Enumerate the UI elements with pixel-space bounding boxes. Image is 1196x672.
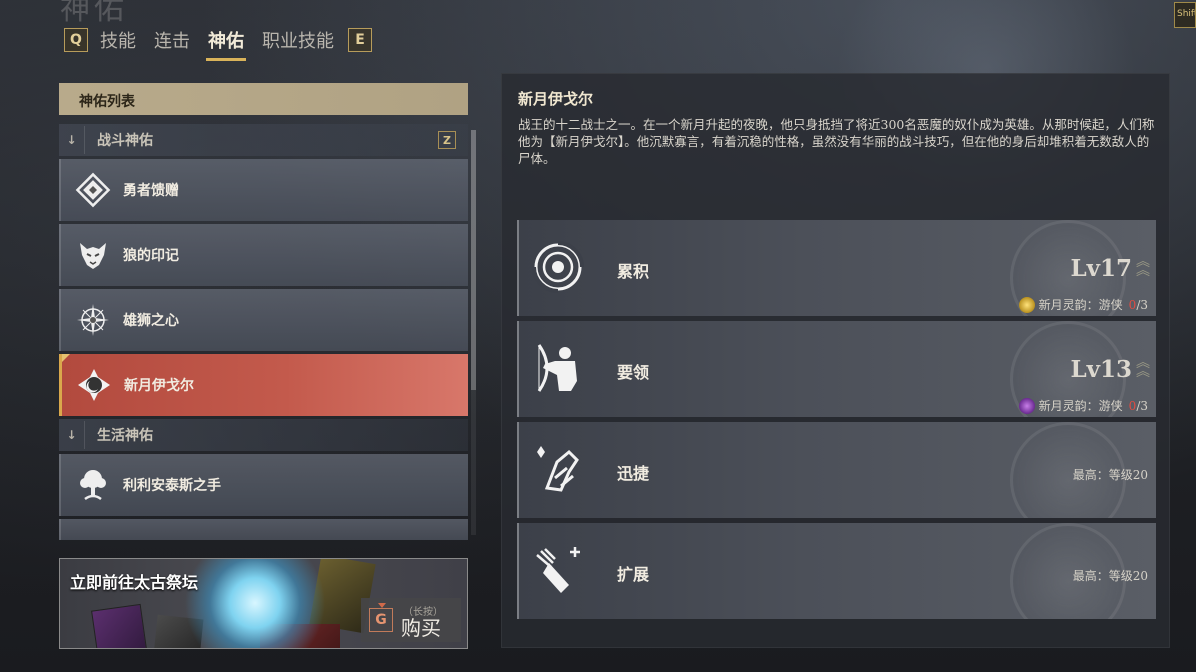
buy-label: 购买 <box>401 615 441 640</box>
scroll-thumb[interactable] <box>471 130 476 390</box>
skill-name: 迅捷 <box>617 464 650 483</box>
requirement-label: 新月灵韵：游侠 <box>1038 399 1123 413</box>
archer-icon <box>531 341 585 395</box>
crescent-warrior-icon <box>74 365 114 405</box>
requirement-total: /3 <box>1136 398 1148 413</box>
wolf-head-icon <box>73 235 113 275</box>
crescent-aura-icon <box>1018 397 1035 414</box>
detail-description: 战王的十二战士之一。在一个新月升起的夜晚，他只身抵挡了将近300名恶魔的奴仆成为… <box>518 117 1155 166</box>
skill-name: 要领 <box>617 363 650 382</box>
diamond-emblem-icon <box>73 170 113 210</box>
star-compass-icon <box>73 300 113 340</box>
item-label: 雄狮之心 <box>123 313 179 329</box>
item-label: 利利安泰斯之手 <box>123 478 221 494</box>
list-item[interactable]: 利利安泰斯之手 <box>59 454 468 516</box>
spiral-target-icon <box>531 240 585 294</box>
requirement-total: /3 <box>1136 297 1148 312</box>
item-label: 狼的印记 <box>123 248 179 264</box>
skill-max-level: 最高：等级20 <box>1072 569 1148 583</box>
skill-card-accumulate[interactable]: 累积 Lv17 ︽ ︽ 新月灵韵：游侠 0/3 <box>517 220 1156 316</box>
list-scrollbar[interactable] <box>471 130 476 535</box>
shift-key-badge[interactable]: Shift <box>1174 2 1196 28</box>
skill-level: Lv17 <box>1070 255 1132 282</box>
collapse-arrow-icon[interactable]: ↓ <box>59 421 85 449</box>
blessing-list: ↓ 战斗神佑 Z 勇者馈赠 狼的印记 雄狮之心 新月伊戈尔 ↓ 生活神佑 利利安… <box>59 124 471 540</box>
level-up-chevron-icon: ︽ ︽ <box>1136 254 1150 279</box>
skill-requirement: 新月灵韵：游侠 0/3 <box>1018 397 1148 414</box>
list-item-selected[interactable]: 新月伊戈尔 <box>59 354 468 416</box>
skill-card-essentials[interactable]: 要领 Lv13 ︽ ︽ 新月灵韵：游侠 0/3 <box>517 321 1156 417</box>
category-key-badge[interactable]: Z <box>438 131 456 149</box>
blessing-screen: 神佑 Shift Q 技能 连击 神佑 职业技能 E 神佑列表 ↓ 战斗神佑 Z… <box>0 0 1196 672</box>
skill-requirement: 新月灵韵：游侠 0/3 <box>1018 296 1148 313</box>
tab-blessing[interactable]: 神佑 <box>206 21 246 61</box>
buy-button[interactable]: G （长按） 购买 <box>361 598 461 642</box>
crystal-burst-art <box>180 559 330 648</box>
category-life-blessing[interactable]: ↓ 生活神佑 <box>59 419 468 451</box>
prev-tab-key[interactable]: Q <box>64 28 88 52</box>
skill-level: Lv13 <box>1070 356 1132 383</box>
altar-banner[interactable]: 立即前往太古祭坛 G （长按） 购买 <box>59 558 468 649</box>
list-item[interactable]: 狼的印记 <box>59 224 468 286</box>
requirement-count: 0 <box>1128 297 1137 312</box>
category-combat-blessing[interactable]: ↓ 战斗神佑 Z <box>59 124 468 156</box>
skill-card-expand[interactable]: 扩展 最高：等级20 <box>517 523 1156 619</box>
buy-key-badge: G <box>369 603 393 632</box>
tree-hand-icon <box>73 465 113 505</box>
skill-card-swift[interactable]: 迅捷 最高：等级20 <box>517 422 1156 518</box>
list-item-partial[interactable] <box>59 519 468 540</box>
collapse-arrow-icon[interactable]: ↓ <box>59 126 85 154</box>
blessing-list-header: 神佑列表 <box>59 83 468 115</box>
tab-class-skills[interactable]: 职业技能 <box>262 21 334 59</box>
requirement-count: 0 <box>1128 398 1137 413</box>
detail-title: 新月伊戈尔 <box>518 90 594 108</box>
list-item[interactable]: 雄狮之心 <box>59 289 468 351</box>
tab-combo[interactable]: 连击 <box>154 21 190 59</box>
arrow-quiver-plus-icon <box>531 543 585 597</box>
skill-name: 扩展 <box>617 565 650 584</box>
list-item[interactable]: 勇者馈赠 <box>59 159 468 221</box>
swift-claw-icon <box>531 442 585 496</box>
crescent-aura-icon <box>1018 296 1035 313</box>
tab-skills[interactable]: 技能 <box>100 21 136 59</box>
next-tab-key[interactable]: E <box>348 28 372 52</box>
skill-max-level: 最高：等级20 <box>1072 468 1148 482</box>
requirement-label: 新月灵韵：游侠 <box>1038 298 1123 312</box>
banner-card-art <box>91 603 149 648</box>
item-label: 新月伊戈尔 <box>124 378 194 394</box>
item-label: 勇者馈赠 <box>123 183 179 199</box>
category-label: 生活神佑 <box>97 428 153 444</box>
skill-name: 累积 <box>617 262 650 281</box>
banner-title: 立即前往太古祭坛 <box>70 573 199 592</box>
top-tabs: Q 技能 连击 神佑 职业技能 E <box>64 21 384 61</box>
blessing-detail-panel: 新月伊戈尔 战王的十二战士之一。在一个新月升起的夜晚，他只身抵挡了将近300名恶… <box>501 73 1170 648</box>
level-up-chevron-icon: ︽ ︽ <box>1136 355 1150 380</box>
category-label: 战斗神佑 <box>97 133 153 149</box>
